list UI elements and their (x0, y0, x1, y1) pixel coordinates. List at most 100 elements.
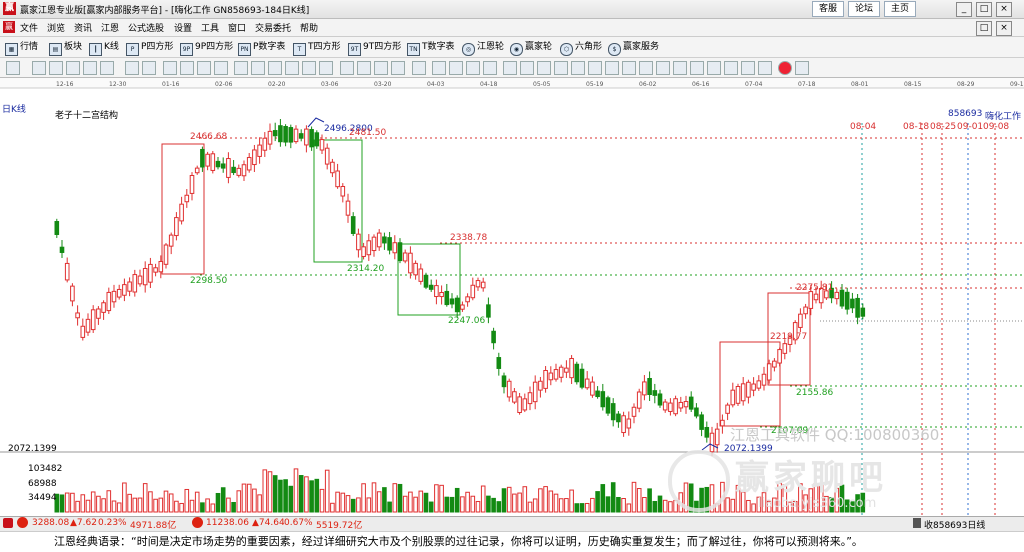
draw-tool-icon[interactable] (639, 61, 653, 75)
hexagon-button[interactable]: ⬡ 六角形 (560, 40, 602, 56)
draw-tool-icon[interactable] (483, 61, 497, 75)
infinity-icon[interactable] (795, 61, 809, 75)
candle-body (319, 139, 325, 151)
t-square-button[interactable]: T T四方形 (293, 40, 341, 56)
winner-service-button[interactable]: $ 赢家服务 (608, 40, 659, 56)
draw-tool-icon[interactable] (32, 61, 46, 75)
title-bar: 赢 赢家江恩专业版[赢家内部服务平台] - [嗨化工作 GN858693-184… (0, 0, 1024, 19)
site-watermark: 赢家聊吧 (735, 458, 887, 498)
pie-icon[interactable] (778, 61, 792, 75)
candle-body (194, 167, 200, 174)
draw-tool-icon[interactable] (83, 61, 97, 75)
9t-square-button[interactable]: 9T 9T四方形 (348, 40, 401, 56)
minimize-button[interactable]: _ (956, 2, 972, 17)
draw-tool-icon[interactable] (449, 61, 463, 75)
doc-restore-button[interactable]: □ (976, 21, 992, 36)
candle-body (756, 380, 762, 389)
draw-tool-icon[interactable] (605, 61, 619, 75)
prev-arrow-icon[interactable] (163, 61, 177, 75)
candle-body (772, 360, 777, 368)
p-number-table-button[interactable]: PN P数字表 (238, 40, 285, 56)
gann-wheel-button[interactable]: ◎ 江恩轮 (462, 40, 504, 56)
candle-body (70, 285, 75, 302)
menu-tools[interactable]: 工具 (201, 21, 219, 34)
next-arrow-icon[interactable] (180, 61, 194, 75)
draw-tool-icon[interactable] (673, 61, 687, 75)
crosshair-icon[interactable] (357, 61, 371, 75)
draw-tool-icon[interactable] (741, 61, 755, 75)
menu-window[interactable]: 窗口 (228, 21, 246, 34)
draw-tool-icon[interactable] (656, 61, 670, 75)
9p-square-button[interactable]: 9P 9P四方形 (180, 40, 233, 56)
name-label: 嗨化工作 (985, 112, 1022, 122)
menu-help[interactable]: 帮助 (300, 21, 318, 34)
diamond-icon[interactable] (319, 61, 333, 75)
menu-gann[interactable]: 江恩 (101, 21, 119, 34)
candle-body (574, 363, 580, 383)
draw-tool-icon[interactable] (690, 61, 704, 75)
home-link[interactable]: 主页 (884, 1, 917, 17)
doc-close-button[interactable]: × (996, 21, 1012, 36)
candle-body (293, 128, 299, 143)
volume-bar (491, 497, 496, 513)
kline-chart[interactable]: 12-16 12-30 01-16 02-06 02-20 03-06 03-20 04-03… (0, 78, 1024, 516)
diamond-icon[interactable] (285, 61, 299, 75)
draw-tool-icon[interactable] (724, 61, 738, 75)
menu-trade[interactable]: 交易委托 (255, 21, 291, 34)
sector-button[interactable]: ▤ 板块 (49, 40, 82, 56)
draw-tool-icon[interactable] (100, 61, 114, 75)
hexagon-icon: ⬡ (560, 43, 573, 56)
draw-tool-icon[interactable] (412, 61, 426, 75)
candle-body (850, 298, 855, 309)
index2-amount: 5519.72亿 (316, 521, 363, 531)
candle-body (579, 368, 585, 388)
draw-tool-icon[interactable] (571, 61, 585, 75)
draw-tool-icon[interactable] (391, 61, 405, 75)
diamond-icon[interactable] (234, 61, 248, 75)
winner-wheel-button[interactable]: ◉ 赢家轮 (510, 40, 552, 56)
draw-tool-icon[interactable] (758, 61, 772, 75)
draw-tool-icon[interactable] (66, 61, 80, 75)
forum-link[interactable]: 论坛 (848, 1, 881, 17)
maximize-button[interactable]: □ (976, 2, 992, 17)
site-url: liaoba.yjs360.com (758, 496, 877, 511)
diamond-icon[interactable] (251, 61, 265, 75)
draw-tool-icon[interactable] (142, 61, 156, 75)
draw-tool-icon[interactable] (6, 61, 20, 75)
draw-tool-icon[interactable] (214, 61, 228, 75)
hand-icon[interactable] (340, 61, 354, 75)
date-tick: 02-20 (268, 81, 286, 88)
diamond-icon[interactable] (302, 61, 316, 75)
p-square-button[interactable]: P P四方形 (126, 40, 173, 56)
diamond-icon[interactable] (268, 61, 282, 75)
draw-tool-icon[interactable] (503, 61, 517, 75)
quotes-button[interactable]: ▦ 行情 (5, 40, 38, 56)
candle-body (376, 232, 382, 248)
volume-bar (517, 492, 522, 513)
candle-body (309, 129, 314, 148)
calendar-icon[interactable] (432, 61, 446, 75)
draw-tool-icon[interactable] (554, 61, 568, 75)
draw-tool-icon[interactable] (197, 61, 211, 75)
draw-tool-icon[interactable] (49, 61, 63, 75)
menu-browse[interactable]: 浏览 (47, 21, 65, 34)
line-tool-icon[interactable] (374, 61, 388, 75)
draw-tool-icon[interactable] (125, 61, 139, 75)
draw-tool-icon[interactable] (707, 61, 721, 75)
draw-tool-icon[interactable] (466, 61, 480, 75)
volume-bar (257, 494, 262, 513)
candle-body (600, 391, 606, 408)
t-number-table-button[interactable]: TN T数字表 (407, 40, 455, 56)
draw-tool-icon[interactable] (588, 61, 602, 75)
date-tick: 05-05 (533, 81, 551, 88)
menu-info[interactable]: 资讯 (74, 21, 92, 34)
menu-formula[interactable]: 公式选股 (128, 21, 164, 34)
draw-tool-icon[interactable] (537, 61, 551, 75)
kline-button[interactable]: ┃ K线 (89, 40, 119, 56)
close-button[interactable]: × (996, 2, 1012, 17)
menu-settings[interactable]: 设置 (174, 21, 192, 34)
service-link[interactable]: 客服 (812, 1, 845, 17)
menu-file[interactable]: 文件 (20, 21, 38, 34)
draw-tool-icon[interactable] (520, 61, 534, 75)
draw-tool-icon[interactable] (622, 61, 636, 75)
